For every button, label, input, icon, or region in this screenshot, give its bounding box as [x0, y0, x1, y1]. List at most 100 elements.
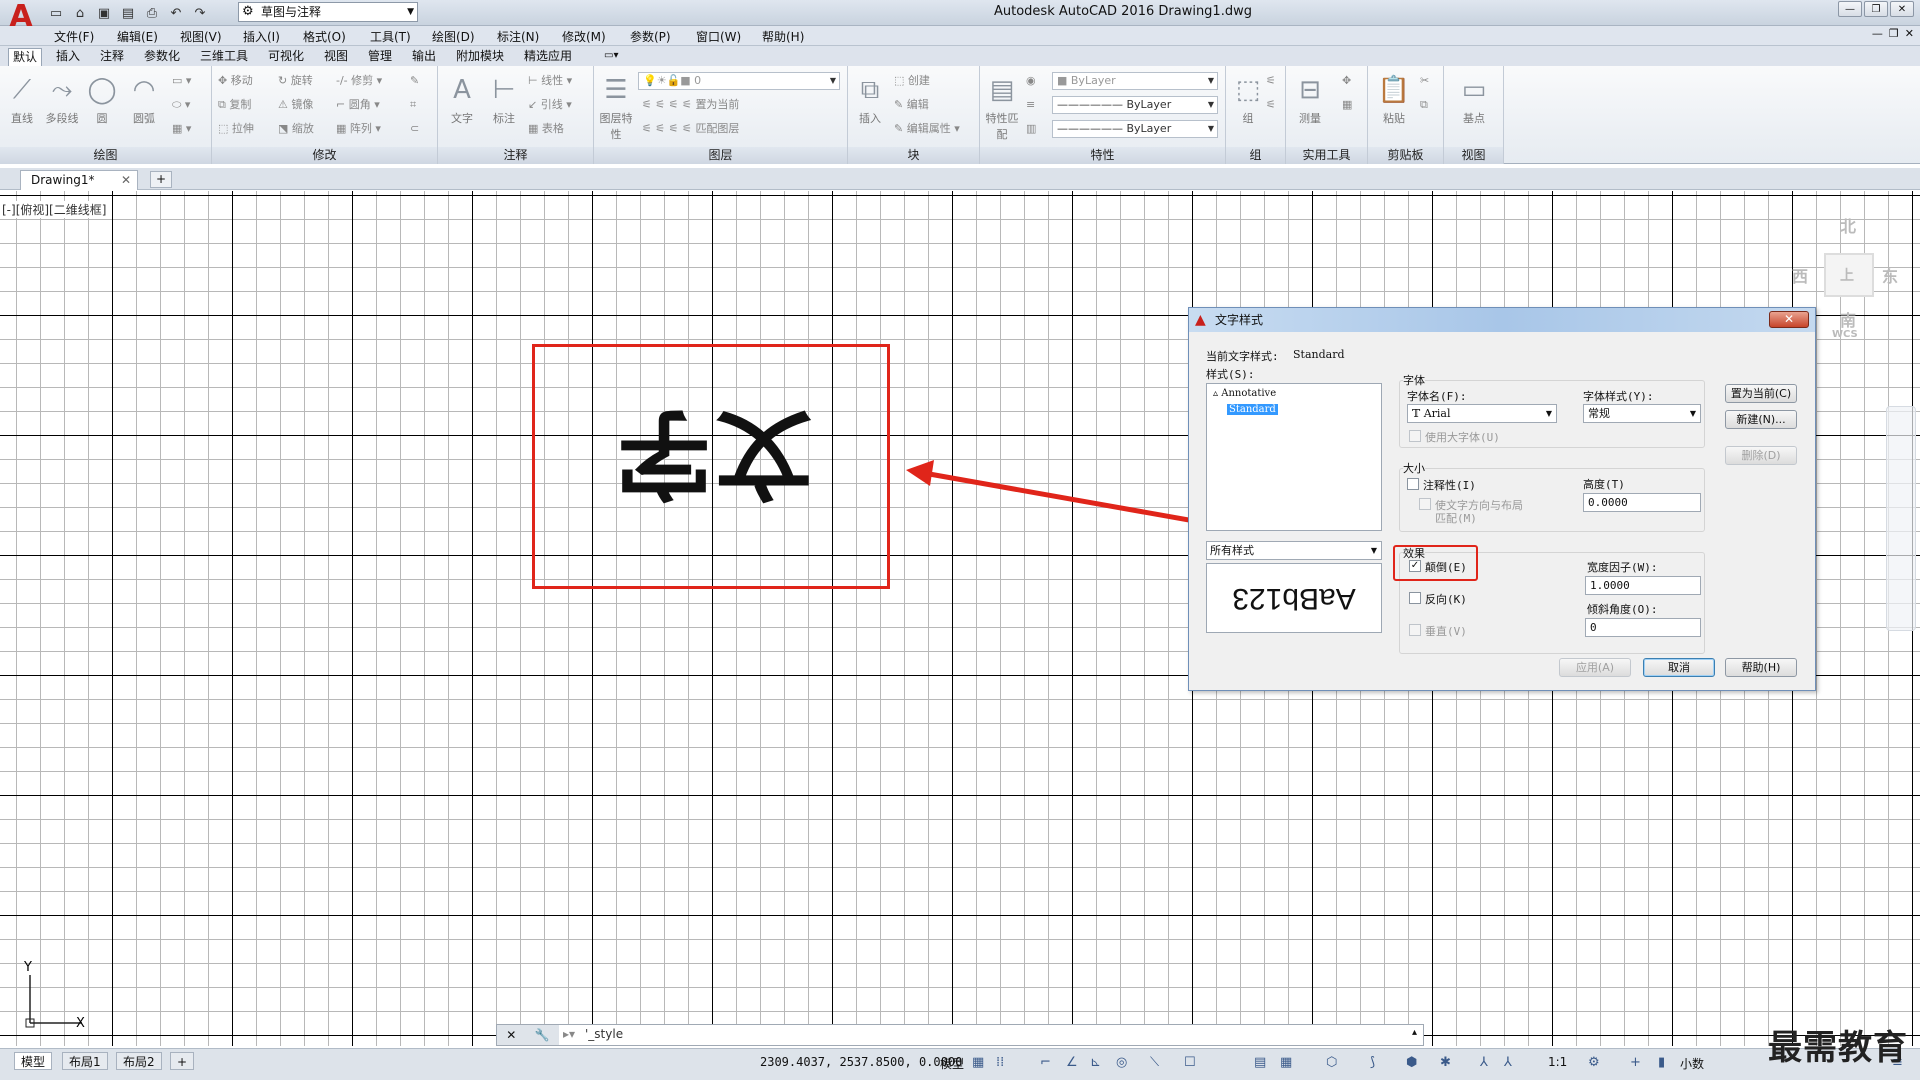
- layer-tools-row1[interactable]: ⚟ ⚟ ⚟ ⚟ 置为当前: [642, 96, 739, 114]
- add-layout-button[interactable]: +: [170, 1052, 195, 1070]
- selection-filter-icon[interactable]: ⬢: [1406, 1055, 1417, 1070]
- close-icon[interactable]: ✕: [506, 1028, 516, 1042]
- tool-arc[interactable]: ◠ 圆弧: [124, 70, 164, 126]
- tab-output[interactable]: 输出: [408, 48, 440, 66]
- cancel-button[interactable]: 取消: [1643, 658, 1715, 677]
- tool-trim[interactable]: -/- 修剪 ▾: [336, 72, 382, 90]
- cut-icon[interactable]: ✂: [1420, 72, 1429, 90]
- doc-restore-button[interactable]: ❐: [1889, 27, 1899, 40]
- calculator-icon[interactable]: ▦: [1342, 96, 1352, 114]
- close-button[interactable]: ✕: [1890, 1, 1914, 17]
- save-icon[interactable]: ▣: [94, 3, 114, 23]
- lineweight-icon[interactable]: ▥: [1026, 120, 1036, 138]
- color-combo[interactable]: ■ ByLayer ▼: [1052, 72, 1218, 90]
- tab-addins[interactable]: 附加模块: [452, 48, 508, 66]
- panel-view-title[interactable]: 视图: [1444, 147, 1503, 164]
- copy-clip-icon[interactable]: ⧉: [1420, 96, 1428, 114]
- tool-array[interactable]: ▦ 阵列 ▾: [336, 120, 381, 138]
- transparency-icon[interactable]: ▤: [1254, 1055, 1266, 1070]
- tool-polyline[interactable]: ⤳ 多段线: [42, 70, 82, 126]
- rectangle-icon[interactable]: ▭ ▾: [172, 72, 191, 90]
- list-item-selected[interactable]: Standard: [1227, 404, 1278, 415]
- tool-mirror[interactable]: ⚠ 镜像: [278, 96, 313, 114]
- doc-tab-drawing1[interactable]: Drawing1* ✕: [20, 170, 138, 190]
- tool-move[interactable]: ✥ 移动: [218, 72, 253, 90]
- tab-default[interactable]: 默认: [8, 48, 43, 66]
- offset-icon[interactable]: ⊂: [410, 120, 419, 138]
- open-file-icon[interactable]: ⌂: [70, 3, 90, 23]
- annotative-checkbox[interactable]: [1407, 478, 1419, 490]
- tool-dimension[interactable]: ⊢ 标注: [484, 70, 524, 126]
- viewport-controls-label[interactable]: [-][俯视][二维线框]: [2, 201, 107, 218]
- layout-tab-layout2[interactable]: 布局2: [116, 1052, 162, 1070]
- layout-tab-model[interactable]: 模型: [14, 1052, 53, 1070]
- menu-format[interactable]: 格式(O): [303, 28, 346, 45]
- vertical-checkbox[interactable]: [1409, 624, 1421, 636]
- tab-view[interactable]: 视图: [320, 48, 352, 66]
- tool-stretch[interactable]: ⬚ 拉伸: [218, 120, 254, 138]
- command-line[interactable]: ✕ 🔧 ▸▾ '_style ▴: [496, 1024, 1424, 1046]
- linetype-icon[interactable]: ≡: [1026, 96, 1035, 114]
- match-layout-checkbox[interactable]: [1419, 498, 1431, 510]
- explode-icon[interactable]: ⌗: [410, 96, 416, 114]
- styles-list[interactable]: ▵ Annotative Standard: [1206, 383, 1382, 531]
- snap-icon[interactable]: ⁞⁞: [996, 1055, 1004, 1070]
- panel-modify-title[interactable]: 修改: [212, 147, 437, 164]
- tab-featured-apps[interactable]: 精选应用: [520, 48, 576, 66]
- layer-combo[interactable]: 💡☀🔓■ 0 ▼: [638, 72, 840, 90]
- set-current-button[interactable]: 置为当前(C): [1725, 384, 1797, 403]
- workspace-select[interactable]: ⚙ 草图与注释 ▼: [238, 2, 418, 22]
- close-icon[interactable]: ✕: [121, 171, 131, 189]
- group-edit-icon[interactable]: ⚟: [1266, 96, 1276, 114]
- minimize-button[interactable]: —: [1838, 1, 1862, 17]
- tool-copy[interactable]: ⧉ 复制: [218, 96, 251, 114]
- dialog-close-button[interactable]: ✕: [1769, 311, 1809, 328]
- tool-line[interactable]: ⟋ 直线: [2, 70, 42, 126]
- annotation-scale[interactable]: 1:1: [1548, 1055, 1567, 1069]
- menu-view[interactable]: 视图(V): [180, 28, 222, 45]
- viewcube-east[interactable]: 东: [1882, 263, 1898, 287]
- tool-match-properties[interactable]: ▤ 特性匹配: [982, 70, 1022, 142]
- tool-table[interactable]: ▦ 表格: [528, 120, 564, 138]
- ellipse-icon[interactable]: ▦ ▾: [172, 120, 191, 138]
- restore-button[interactable]: ❐: [1864, 1, 1888, 17]
- menu-modify[interactable]: 修改(M): [562, 28, 606, 45]
- auto-scale-icon[interactable]: ⅄: [1504, 1055, 1512, 1070]
- list-item[interactable]: ▵ Annotative: [1213, 388, 1276, 399]
- panel-properties-title[interactable]: 特性: [980, 147, 1225, 164]
- doc-close-button[interactable]: ✕: [1905, 27, 1914, 40]
- chevron-up-icon[interactable]: ▴: [1412, 1027, 1417, 1038]
- tool-rotate[interactable]: ↻ 旋转: [278, 72, 313, 90]
- isolate-icon[interactable]: ▮: [1658, 1055, 1665, 1070]
- tool-layer-properties[interactable]: ☰ 图层特性: [596, 70, 636, 142]
- grid-icon[interactable]: ▦: [972, 1055, 984, 1070]
- panel-clipboard-title[interactable]: 剪贴板: [1368, 147, 1443, 164]
- tab-visualize[interactable]: 可视化: [264, 48, 308, 66]
- workspace-gear-icon[interactable]: ⚙: [1588, 1055, 1600, 1070]
- width-factor-input[interactable]: 1.0000: [1585, 576, 1701, 595]
- dynamic-ucs-icon[interactable]: ⟆: [1370, 1055, 1375, 1070]
- menu-file[interactable]: 文件(F): [54, 28, 94, 45]
- height-input[interactable]: 0.0000: [1583, 493, 1701, 512]
- annotation-visibility-icon[interactable]: ⅄: [1480, 1055, 1488, 1070]
- bigfont-checkbox[interactable]: [1409, 430, 1421, 442]
- command-prompt-icon[interactable]: ▸▾: [563, 1027, 575, 1041]
- panel-layers-title[interactable]: 图层: [594, 147, 847, 164]
- panel-draw-title[interactable]: 绘图: [0, 147, 211, 164]
- plot-icon[interactable]: ⎙: [142, 3, 162, 23]
- viewcube-north[interactable]: 北: [1840, 213, 1856, 237]
- apply-button[interactable]: 应用(A): [1559, 658, 1631, 677]
- panel-annotation-title[interactable]: 注释: [438, 147, 593, 164]
- tool-text[interactable]: A 文字: [442, 70, 482, 126]
- units-display[interactable]: 小数: [1680, 1055, 1704, 1072]
- tool-edit-attributes[interactable]: ✎ 编辑属性 ▾: [894, 120, 960, 138]
- hatch-icon[interactable]: ⬭ ▾: [172, 96, 190, 114]
- coordinates-readout[interactable]: 2309.4037, 2537.8500, 0.0000: [760, 1055, 962, 1069]
- redo-icon[interactable]: ↷: [190, 3, 210, 23]
- ortho-icon[interactable]: ⌐: [1040, 1055, 1051, 1070]
- selection-cycling-icon[interactable]: ▦: [1280, 1055, 1292, 1070]
- tool-group[interactable]: ⬚ 组: [1228, 70, 1268, 126]
- font-style-select[interactable]: 常规 ▼: [1583, 404, 1701, 423]
- model-space-button[interactable]: 模型: [940, 1055, 964, 1072]
- menu-tools[interactable]: 工具(T): [370, 28, 411, 45]
